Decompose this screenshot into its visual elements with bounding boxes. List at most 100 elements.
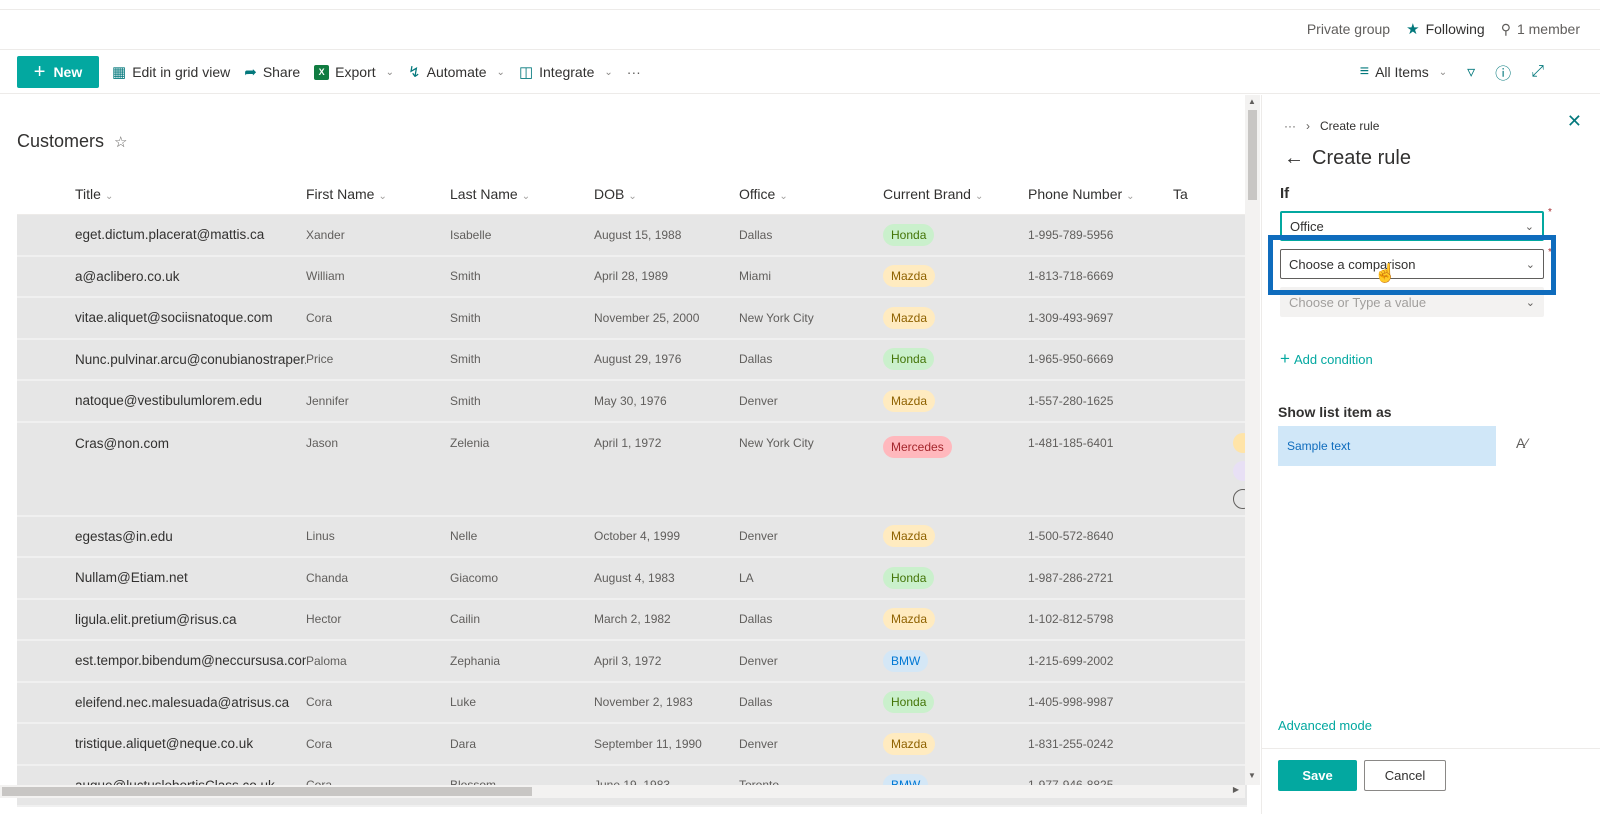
vertical-scrollbar[interactable]: ▲ ▼ [1245, 95, 1260, 785]
cell-first-name: William [306, 269, 450, 283]
cell-title-text[interactable]: eleifend.nec.malesuada@atrisus.ca [75, 695, 289, 710]
integrate-button[interactable]: ◫ Integrate ⌄ [519, 63, 613, 81]
cell-last-name: Isabelle [450, 228, 594, 242]
sample-text-preview: Sample text [1278, 426, 1496, 466]
cell-dob: April 1, 1972 [594, 436, 739, 450]
value-dropdown[interactable]: Choose or Type a value ⌄ [1280, 287, 1544, 317]
automate-label: Automate [426, 64, 487, 80]
column-header-phone-number[interactable]: Phone Number ⌄ [1028, 186, 1173, 202]
new-button[interactable]: + New [17, 56, 99, 88]
cell-title-text[interactable]: est.tempor.bibendum@neccursusa.com [75, 653, 306, 668]
column-header-current-brand[interactable]: Current Brand ⌄ [883, 186, 1028, 202]
column-header-office[interactable]: Office ⌄ [739, 186, 883, 202]
horizontal-scrollbar[interactable]: ▶ [0, 785, 1245, 798]
brand-pill: Mercedes [883, 435, 952, 458]
cell-current-brand: Mazda [883, 389, 1028, 412]
list-row[interactable]: natoque@vestibulumlorem.edu Jennifer Smith… [17, 381, 1247, 423]
column-header-title[interactable]: Title ⌄ [17, 186, 306, 202]
cell-first-name-text: Linus [306, 529, 335, 544]
browser-top-strip [0, 0, 1600, 10]
cell-title-text[interactable]: Nullam@Etiam.net [75, 570, 188, 585]
list-row[interactable]: a@aclibero.co.uk William Smith April 28, 19… [17, 256, 1247, 298]
cell-office: Denver [739, 529, 883, 543]
cell-first-name: Paloma [306, 654, 450, 668]
cell-last-name-text: Smith [450, 310, 481, 325]
cell-title-text[interactable]: Cras@non.com [75, 436, 169, 451]
cell-title-text[interactable]: ligula.elit.pretium@risus.ca [75, 612, 237, 627]
cell-office: LA [739, 571, 883, 585]
filter-icon[interactable]: ▿ [1467, 62, 1475, 82]
comparison-dropdown[interactable]: Choose a comparison ⌄ [1280, 249, 1544, 279]
list-row[interactable]: ligula.elit.pretium@risus.ca Hector Cailin… [17, 599, 1247, 641]
scroll-up-icon[interactable]: ▲ [1248, 97, 1256, 106]
horizontal-scroll-thumb[interactable] [2, 787, 532, 796]
chevron-down-icon: ⌄ [104, 190, 114, 202]
column-headers: Title ⌄ First Name ⌄ Last Name ⌄ DOB ⌄ Offic… [17, 173, 1247, 215]
scroll-right-icon[interactable]: ▶ [1233, 785, 1239, 794]
field-dropdown-value: Office [1290, 218, 1324, 234]
list-row[interactable]: vitae.aliquet@sociisnatoque.com🗨Cora Smit… [17, 298, 1247, 340]
following-button[interactable]: ★ Following [1406, 20, 1485, 38]
cell-title: natoque@vestibulumlorem.edu [17, 393, 306, 408]
cell-last-name: Zephania [450, 654, 594, 668]
column-header-last-name[interactable]: Last Name ⌄ [450, 186, 594, 202]
cell-title-text[interactable]: tristique.aliquet@neque.co.uk [75, 736, 253, 751]
cancel-button[interactable]: Cancel [1364, 760, 1446, 791]
column-header-dob[interactable]: DOB ⌄ [594, 186, 739, 202]
automate-icon: ↯ [408, 64, 421, 81]
list-row[interactable]: eleifend.nec.malesuada@atrisus.ca Cora Luk… [17, 682, 1247, 724]
privacy-label: Private group [1306, 21, 1391, 37]
cell-phone-number-text: 1-215-699-2002 [1028, 653, 1114, 668]
scroll-down-icon[interactable]: ▼ [1248, 771, 1256, 780]
list-row[interactable]: Nunc.pulvinar.arcu@conubianostraper.edu P… [17, 339, 1247, 381]
cell-title-text[interactable]: natoque@vestibulumlorem.edu [75, 393, 262, 408]
grid-icon: ▦ [112, 64, 127, 81]
panel-title-text: Create rule [1312, 147, 1411, 169]
list-row[interactable]: est.tempor.bibendum@neccursusa.com Paloma… [17, 641, 1247, 683]
cell-title-text[interactable]: eget.dictum.placerat@mattis.ca [75, 227, 264, 242]
members-button[interactable]: ⚲ 1 member [1501, 21, 1580, 38]
list-row[interactable]: Cras@non.com Jason Zelenia April 1, 1972 New… [17, 422, 1253, 517]
breadcrumb-more-button[interactable]: ··· [1284, 119, 1296, 133]
breadcrumb-current: Create rule [1320, 119, 1380, 133]
share-button[interactable]: ➦ Share [244, 63, 300, 81]
cell-current-brand: Honda [883, 223, 1028, 246]
cell-office-text: Miami [739, 269, 771, 284]
cell-first-name-text: Price [306, 352, 334, 367]
vertical-scroll-thumb[interactable] [1248, 110, 1257, 200]
back-arrow-icon[interactable]: ← [1284, 147, 1304, 170]
add-condition-button[interactable]: + Add condition [1280, 349, 1373, 369]
cell-dob: April 28, 1989 [594, 269, 739, 283]
list-row[interactable]: tristique.aliquet@neque.co.uk Cora Dara Sep… [17, 724, 1247, 766]
save-button[interactable]: Save [1278, 760, 1357, 791]
edit-grid-view-button[interactable]: ▦ Edit in grid view [112, 63, 230, 81]
advanced-mode-link[interactable]: Advanced mode [1278, 718, 1372, 733]
more-commands-button[interactable]: ··· [627, 64, 641, 80]
cell-last-name: Luke [450, 695, 594, 709]
column-header-tags[interactable]: Ta [1173, 186, 1247, 202]
format-style-icon[interactable]: A⁄ [1516, 435, 1528, 451]
cell-first-name: Price [306, 352, 450, 366]
field-dropdown[interactable]: Office ⌄ [1280, 211, 1544, 241]
list-row[interactable]: egestas@in.edu Linus Nelle October 4, 1999 D… [17, 516, 1247, 558]
person-icon: ⚲ [1500, 20, 1511, 37]
cell-title-text[interactable]: a@aclibero.co.uk [75, 269, 180, 284]
close-icon[interactable]: ✕ [1567, 111, 1582, 132]
list-row[interactable]: Nullam@Etiam.net Chanda Giacomo August 4, 1… [17, 558, 1247, 600]
column-header-first-name[interactable]: First Name ⌄ [306, 186, 450, 202]
view-selector[interactable]: ≡ All Items ⌄ [1360, 63, 1447, 81]
cell-title-text[interactable]: Nunc.pulvinar.arcu@conubianostraper.edu [75, 352, 306, 367]
cell-title-text[interactable]: vitae.aliquet@sociisnatoque.com [75, 310, 273, 325]
favorite-star-icon[interactable]: ☆ [114, 133, 127, 151]
automate-button[interactable]: ↯ Automate ⌄ [408, 63, 505, 81]
info-icon[interactable]: ⓘ [1495, 60, 1511, 84]
expand-icon[interactable]: ⤢ [1531, 63, 1544, 81]
add-condition-label: Add condition [1293, 351, 1373, 367]
cell-dob: May 30, 1976 [594, 394, 739, 408]
chevron-down-icon: ⌄ [521, 190, 531, 202]
list-row[interactable]: eget.dictum.placerat@mattis.ca Xander Isab… [17, 215, 1247, 257]
export-button[interactable]: X Export ⌄ [314, 64, 394, 80]
cell-title-text[interactable]: egestas@in.edu [75, 529, 173, 544]
chevron-down-icon: ⌄ [779, 190, 788, 202]
cell-phone-number-text: 1-813-718-6669 [1028, 269, 1114, 284]
